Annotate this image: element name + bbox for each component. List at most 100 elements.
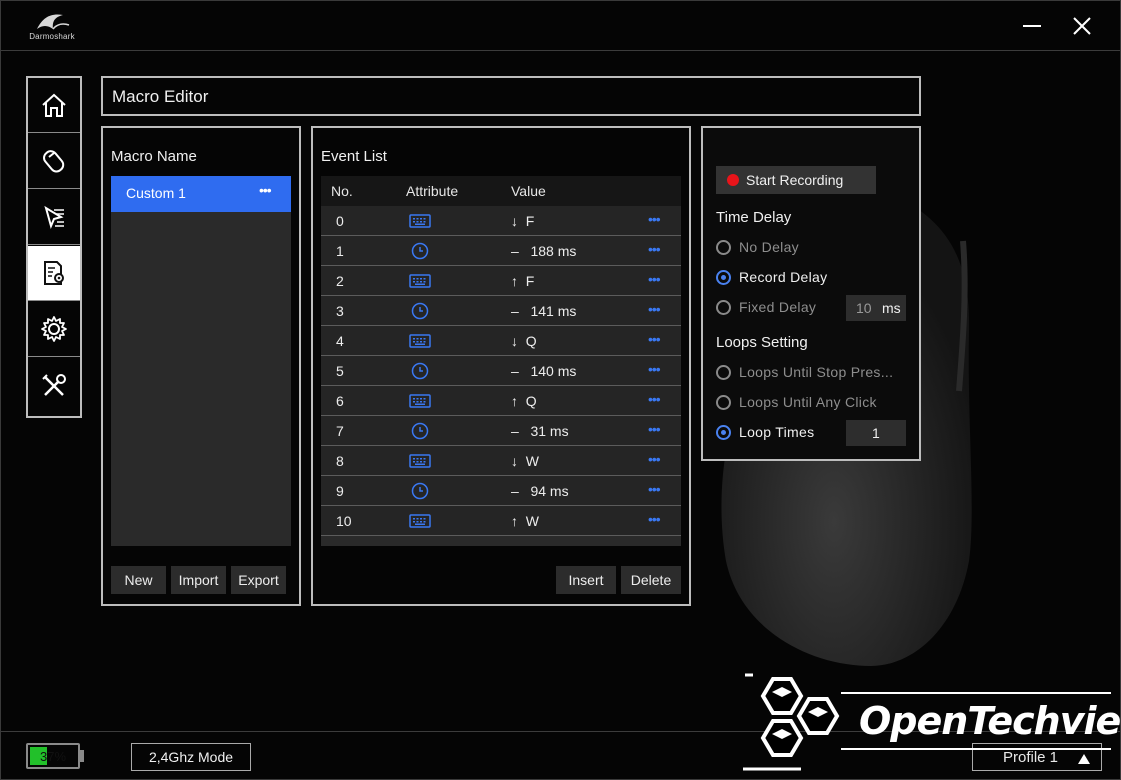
delete-button[interactable]: Delete (621, 566, 681, 594)
table-row[interactable]: 8 ↓ W ••• (321, 446, 681, 476)
radio-button-selected[interactable] (716, 270, 731, 285)
connection-mode: 2,4Ghz Mode (131, 743, 251, 771)
loop-times-value: 1 (872, 425, 880, 441)
column-attribute: Attribute (406, 183, 459, 199)
event-value: ↑ F (511, 273, 535, 289)
loop-times-input[interactable]: 1 (846, 420, 906, 446)
event-more-button[interactable]: ••• (648, 331, 661, 347)
radio-button[interactable] (716, 395, 731, 410)
export-button[interactable]: Export (231, 566, 286, 594)
event-more-button[interactable]: ••• (648, 211, 661, 227)
title-bar: Darmoshark (1, 1, 1120, 51)
table-row[interactable]: 4 ↓ Q ••• (321, 326, 681, 356)
event-value: – 31 ms (511, 423, 569, 439)
loops-setting-title: Loops Setting (716, 334, 808, 351)
event-number: 8 (336, 453, 344, 469)
import-button[interactable]: Import (171, 566, 226, 594)
event-more-button[interactable]: ••• (648, 361, 661, 377)
event-more-button[interactable]: ••• (648, 301, 661, 317)
macro-name-panel: Macro Name Custom 1 ••• New Import Expor… (101, 126, 301, 606)
fixed-delay-option[interactable]: Fixed Delay (716, 298, 841, 318)
record-delay-option[interactable]: Record Delay (716, 268, 911, 288)
insert-button[interactable]: Insert (556, 566, 616, 594)
loop-until-stop-label: Loops Until Stop Pres... (739, 364, 894, 380)
sidebar-item-performance[interactable] (28, 190, 80, 245)
sidebar-item-home[interactable] (28, 78, 80, 133)
keyboard-icon (408, 392, 432, 410)
loop-until-stop-option[interactable]: Loops Until Stop Pres... (716, 363, 911, 383)
minimize-button[interactable] (1019, 13, 1045, 39)
minimize-icon (1023, 25, 1041, 27)
table-row[interactable]: 3 – 141 ms ••• (321, 296, 681, 326)
editor-header: Macro Editor (101, 76, 921, 116)
loop-until-click-label: Loops Until Any Click (739, 394, 877, 410)
loop-until-click-option[interactable]: Loops Until Any Click (716, 393, 911, 413)
table-row[interactable]: 9 – 94 ms ••• (321, 476, 681, 506)
event-more-button[interactable]: ••• (648, 241, 661, 257)
close-button[interactable] (1069, 13, 1095, 39)
event-value: ↑ W (511, 513, 539, 529)
new-macro-button[interactable]: New (111, 566, 166, 594)
event-table-header: No. Attribute Value (321, 176, 681, 206)
event-number: 7 (336, 423, 344, 439)
macro-more-button[interactable]: ••• (259, 182, 272, 198)
event-number: 4 (336, 333, 344, 349)
no-delay-option[interactable]: No Delay (716, 238, 911, 258)
event-value: – 94 ms (511, 483, 569, 499)
watermark-text: OpenTechview (859, 699, 1121, 743)
event-more-button[interactable]: ••• (648, 451, 661, 467)
sidebar-item-tools[interactable] (28, 358, 80, 413)
event-number: 0 (336, 213, 344, 229)
app-window: Darmoshark Macro Editor Macro Name Custo… (0, 0, 1121, 780)
event-list-title: Event List (321, 148, 387, 165)
event-more-button[interactable]: ••• (648, 391, 661, 407)
event-value: ↓ Q (511, 333, 537, 349)
table-row[interactable]: 2 ↑ F ••• (321, 266, 681, 296)
event-more-button[interactable]: ••• (648, 511, 661, 527)
tools-icon (42, 373, 66, 396)
event-value: – 141 ms (511, 303, 577, 319)
loop-times-label: Loop Times (739, 424, 815, 440)
cursor-icon (44, 205, 64, 230)
table-row[interactable]: 10 ↑ W ••• (321, 506, 681, 536)
keyboard-icon (408, 212, 432, 230)
clock-icon (408, 302, 432, 320)
keyboard-icon (408, 452, 432, 470)
table-row[interactable]: 5 – 140 ms ••• (321, 356, 681, 386)
sidebar-item-lighting[interactable] (28, 134, 80, 189)
shark-fin-icon (37, 14, 70, 30)
sidebar-item-macro[interactable] (28, 246, 80, 301)
tag-icon (43, 150, 65, 173)
sidebar-item-settings[interactable] (28, 302, 80, 357)
event-more-button[interactable]: ••• (648, 421, 661, 437)
macro-item[interactable]: Custom 1 ••• (111, 176, 291, 212)
column-no: No. (331, 183, 353, 199)
event-number: 6 (336, 393, 344, 409)
table-row[interactable]: 7 – 31 ms ••• (321, 416, 681, 446)
table-row[interactable]: 0 ↓ F ••• (321, 206, 681, 236)
home-icon (42, 93, 66, 117)
time-delay-title: Time Delay (716, 209, 792, 226)
start-recording-button[interactable]: Start Recording (716, 166, 876, 194)
macro-list: Custom 1 ••• (111, 176, 291, 546)
table-row[interactable]: 1 – 188 ms ••• (321, 236, 681, 266)
fixed-delay-label: Fixed Delay (739, 299, 817, 315)
table-row[interactable]: 6 ↑ Q ••• (321, 386, 681, 416)
event-more-button[interactable]: ••• (648, 271, 661, 287)
start-recording-label: Start Recording (746, 172, 844, 188)
record-dot-icon (727, 174, 739, 186)
event-more-button[interactable]: ••• (648, 481, 661, 497)
event-value: – 140 ms (511, 363, 577, 379)
event-number: 5 (336, 363, 344, 379)
radio-button[interactable] (716, 365, 731, 380)
sidebar-nav (26, 76, 82, 418)
event-value: ↓ W (511, 453, 539, 469)
clock-icon (408, 362, 432, 380)
keyboard-icon (408, 272, 432, 290)
radio-button[interactable] (716, 300, 731, 315)
loop-times-option[interactable]: Loop Times (716, 423, 841, 443)
fixed-delay-input[interactable]: 10 ms (846, 295, 906, 321)
record-delay-label: Record Delay (739, 269, 828, 285)
radio-button-selected[interactable] (716, 425, 731, 440)
radio-button[interactable] (716, 240, 731, 255)
